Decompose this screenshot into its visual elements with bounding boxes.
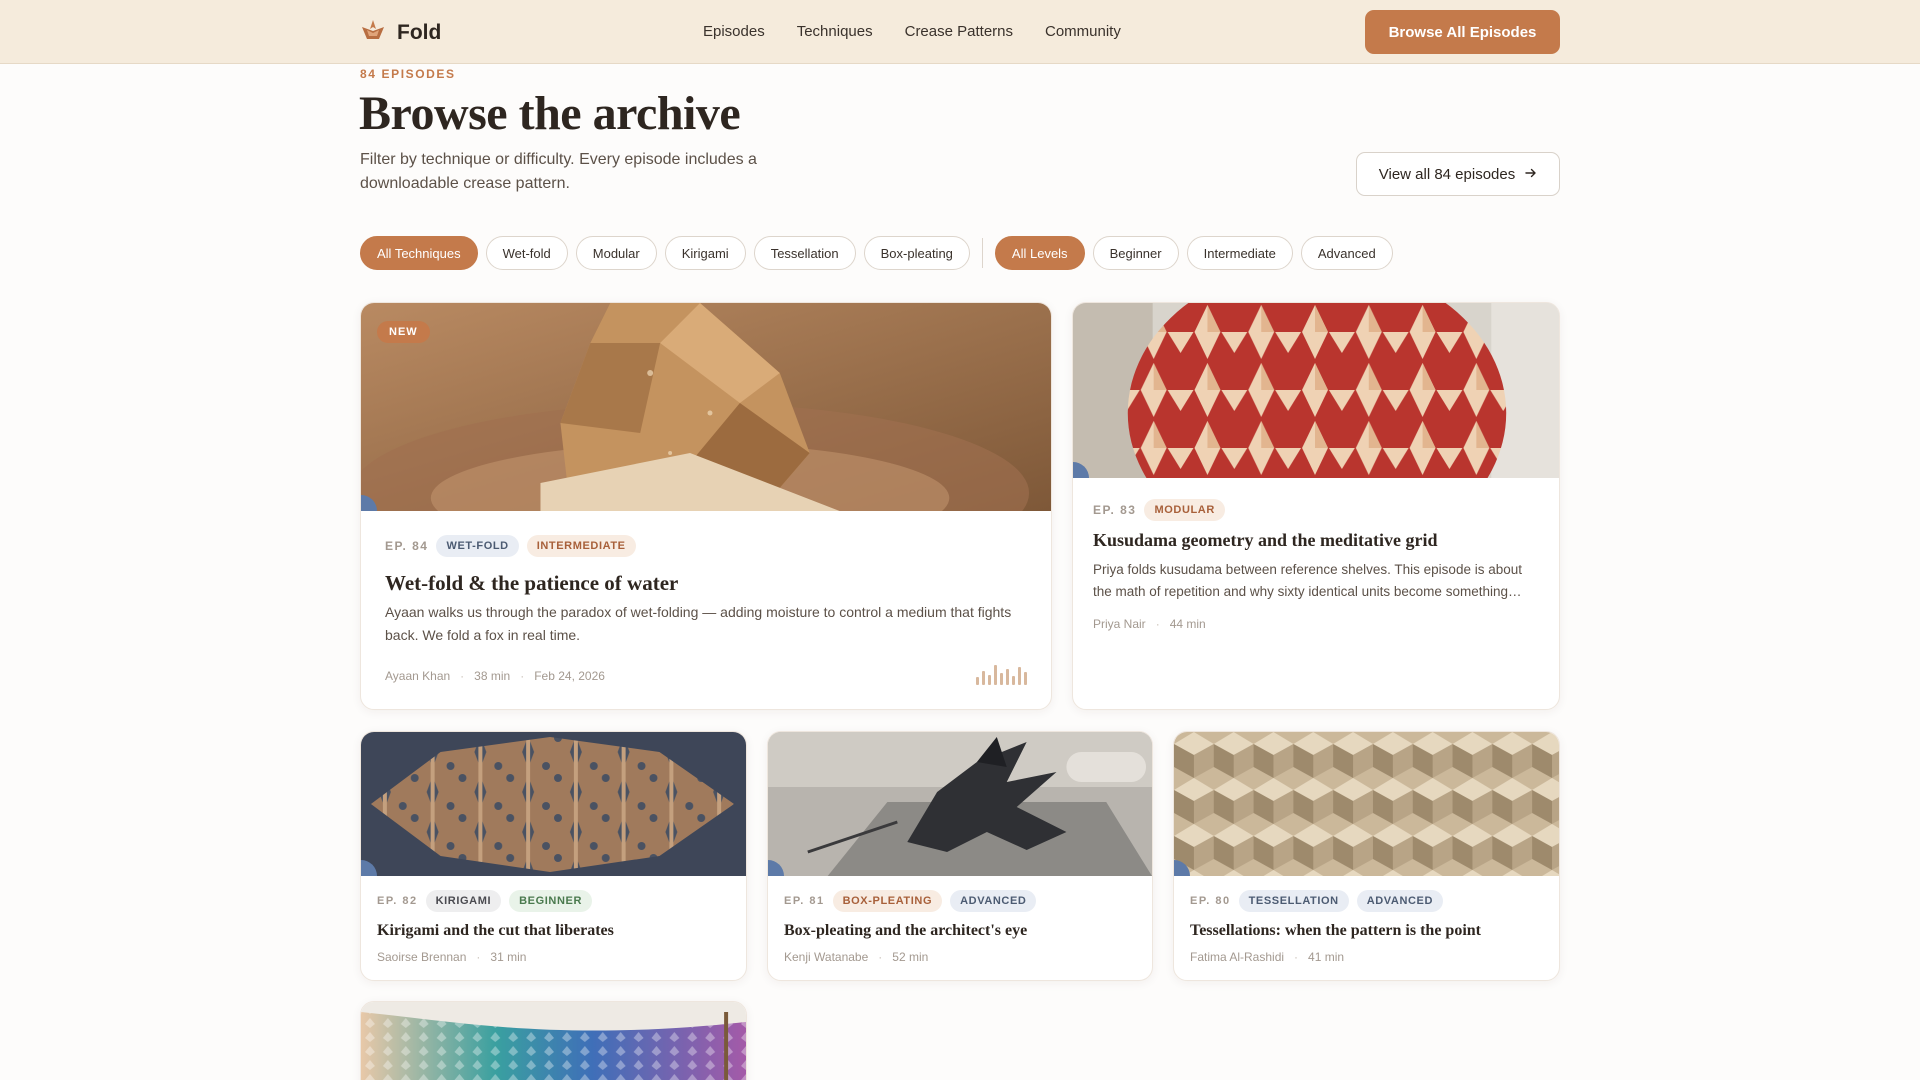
filter-bar: All Techniques Wet-fold Modular Kirigami… [360, 236, 1393, 270]
episode-title[interactable]: Box-pleating and the architect's eye [784, 922, 1027, 940]
episode-duration: 41 min [1308, 950, 1345, 964]
episode-meta: EP. 84 WET-FOLD INTERMEDIATE [385, 535, 636, 557]
nav-link-community[interactable]: Community [1045, 23, 1121, 40]
episode-author: Fatima Al-Rashidi [1190, 950, 1285, 964]
episode-duration: 38 min [474, 669, 511, 683]
brand[interactable]: Fold [359, 18, 441, 47]
filter-chip-all-techniques[interactable]: All Techniques [360, 236, 478, 270]
episode-footer: Saoirse Brennan · 31 min [377, 950, 526, 964]
filter-chip-kirigami[interactable]: Kirigami [664, 236, 746, 270]
episode-card-featured[interactable]: NEW EP. 84 WET-FOLD INTERMEDIATE Wet-fol… [360, 302, 1052, 710]
separator: · [520, 669, 525, 683]
level-tag[interactable]: ADVANCED [950, 890, 1037, 912]
episode-number: EP. 82 [377, 895, 418, 907]
nav-link-crease-patterns[interactable]: Crease Patterns [905, 23, 1013, 40]
filter-chip-advanced[interactable]: Advanced [1300, 236, 1393, 270]
episode-footer: Kenji Watanabe · 52 min [784, 950, 928, 964]
filter-chip-modular[interactable]: Modular [575, 236, 657, 270]
episode-footer: Ayaan Khan · 38 min · Feb 24, 2026 [385, 669, 605, 683]
filter-chip-all-levels[interactable]: All Levels [994, 236, 1085, 270]
filter-chip-wet-fold[interactable]: Wet-fold [485, 236, 568, 270]
technique-tag[interactable]: TESSELLATION [1238, 890, 1349, 912]
audio-waveform-icon[interactable] [976, 665, 1027, 685]
episode-thumbnail-tessellation [1174, 732, 1559, 876]
episode-date: Feb 24, 2026 [534, 669, 605, 683]
episode-meta: EP. 83 MODULAR [1093, 499, 1225, 521]
episode-title[interactable]: Kirigami and the cut that liberates [377, 922, 614, 940]
level-tag[interactable]: ADVANCED [1356, 890, 1444, 912]
filter-chip-box-pleating[interactable]: Box-pleating [863, 236, 970, 270]
episode-duration: 44 min [1169, 617, 1206, 631]
episode-description: Priya folds kusudama between reference s… [1093, 562, 1522, 599]
folded-paper-logo-icon [359, 18, 387, 47]
episode-card[interactable]: EP. 83 MODULAR Kusudama geometry and the… [1072, 302, 1560, 710]
episode-description: Ayaan walks us through the paradox of we… [385, 604, 1012, 643]
main-nav: Episodes Techniques Crease Patterns Comm… [703, 23, 1121, 40]
episode-title[interactable]: Wet-fold & the patience of water [385, 571, 678, 596]
episode-thumbnail-kusudama [1073, 303, 1559, 478]
view-all-label: View all 84 episodes [1378, 165, 1516, 183]
view-all-episodes-button[interactable]: View all 84 episodes [1356, 152, 1560, 196]
episode-card[interactable]: EP. 80 TESSELLATION ADVANCED Tessellatio… [1173, 731, 1560, 981]
episode-meta: EP. 80 TESSELLATION ADVANCED [1190, 890, 1444, 912]
episode-author: Ayaan Khan [385, 669, 451, 683]
nav-link-episodes[interactable]: Episodes [703, 23, 765, 40]
episode-thumbnail-dragon [768, 732, 1152, 876]
filter-chip-tessellation[interactable]: Tessellation [753, 236, 856, 270]
episode-number: EP. 80 [1190, 895, 1231, 907]
episode-card[interactable]: EP. 82 KIRIGAMI BEGINNER Kirigami and th… [360, 731, 747, 981]
filter-divider [981, 238, 983, 268]
page-description: Filter by technique or difficulty. Every… [360, 151, 757, 192]
filter-chip-beginner[interactable]: Beginner [1092, 236, 1179, 270]
episode-author: Priya Nair [1093, 617, 1146, 631]
separator: · [1294, 950, 1299, 964]
episode-card[interactable]: EP. 81 BOX-PLEATING ADVANCED Box-pleatin… [767, 731, 1153, 981]
episode-meta: EP. 81 BOX-PLEATING ADVANCED [784, 890, 1037, 912]
top-navigation-bar: Fold Episodes Techniques Crease Patterns… [0, 0, 1920, 64]
episode-footer: Priya Nair · 44 min [1093, 617, 1206, 631]
level-tag[interactable]: BEGINNER [509, 890, 593, 912]
nav-link-techniques[interactable]: Techniques [797, 23, 873, 40]
brand-name: Fold [397, 20, 442, 44]
episode-card-partial[interactable] [360, 1001, 747, 1080]
episode-author: Saoirse Brennan [377, 950, 467, 964]
technique-tag[interactable]: WET-FOLD [436, 535, 519, 557]
episode-title[interactable]: Kusudama geometry and the meditative gri… [1093, 530, 1437, 551]
episode-thumbnail-kirigami [361, 732, 746, 876]
episode-author: Kenji Watanabe [784, 950, 869, 964]
separator: · [1155, 617, 1160, 631]
episode-thumbnail-paper-cranes [361, 1002, 746, 1080]
technique-tag[interactable]: BOX-PLEATING [832, 890, 943, 912]
level-tag[interactable]: INTERMEDIATE [526, 535, 636, 557]
episode-number: EP. 84 [385, 539, 429, 553]
technique-tag[interactable]: KIRIGAMI [425, 890, 502, 912]
episode-number: EP. 83 [1093, 503, 1137, 517]
separator: · [878, 950, 883, 964]
episode-count-eyebrow: 84 EPISODES [360, 67, 456, 81]
technique-tag[interactable]: MODULAR [1144, 499, 1225, 521]
episode-duration: 52 min [892, 950, 929, 964]
separator: · [460, 669, 465, 683]
new-badge: NEW [377, 321, 430, 343]
episode-number: EP. 81 [784, 895, 825, 907]
episode-footer: Fatima Al-Rashidi · 41 min [1190, 950, 1344, 964]
browse-all-episodes-button[interactable]: Browse All Episodes [1365, 10, 1560, 54]
separator: · [476, 950, 481, 964]
arrow-right-icon [1525, 166, 1537, 183]
episode-thumbnail-paper-fox [361, 303, 1051, 511]
filter-chip-intermediate[interactable]: Intermediate [1186, 236, 1293, 270]
episode-meta: EP. 82 KIRIGAMI BEGINNER [377, 890, 593, 912]
episode-title[interactable]: Tessellations: when the pattern is the p… [1190, 922, 1481, 940]
episode-duration: 31 min [490, 950, 527, 964]
page-title: Browse the archive [359, 87, 741, 140]
